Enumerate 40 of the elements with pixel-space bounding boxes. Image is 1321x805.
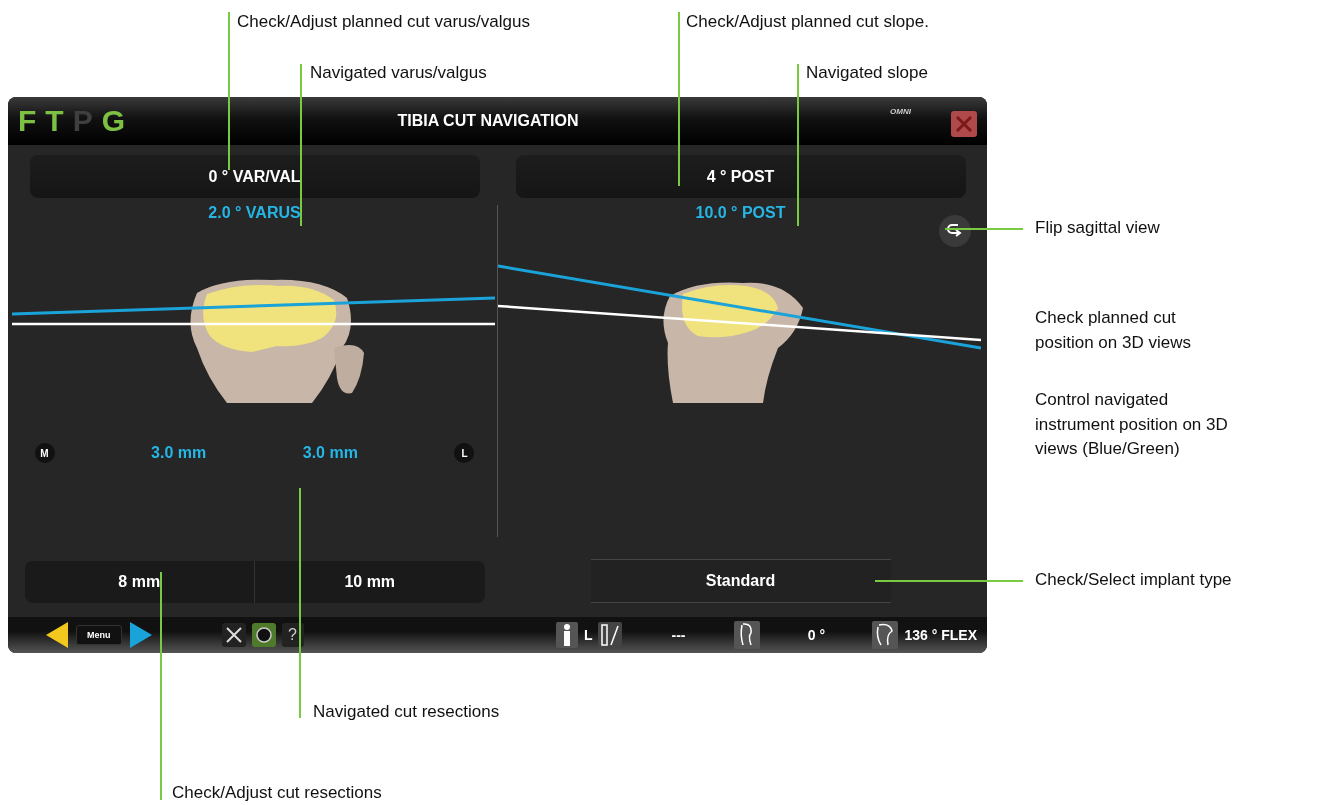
curved-arrow-icon — [946, 222, 964, 240]
instrument-icon — [598, 622, 623, 648]
callout-text: Check/Select implant type — [1035, 569, 1232, 591]
medial-marker: M — [34, 443, 55, 463]
callout-text: Check/Adjust planned cut varus/valgus — [237, 11, 530, 33]
camera-icon[interactable] — [251, 623, 276, 647]
screen-title: TIBIA CUT NAVIGATION — [396, 112, 580, 130]
menu-button[interactable]: Menu — [76, 625, 122, 645]
callout-text: Navigated cut resections — [313, 701, 500, 723]
lateral-marker: L — [454, 443, 475, 463]
knee-icon — [734, 621, 761, 649]
flexion-reading: 136 ° FLEX — [904, 627, 977, 643]
logo-letter: F — [18, 104, 37, 138]
callout-text: Navigated varus/valgus — [310, 62, 487, 84]
callout-text: Flip sagittal view — [1035, 217, 1160, 239]
logo-letter: T — [45, 104, 64, 138]
close-icon — [954, 114, 974, 134]
navigated-varus-valgus: 2.0 ° VARUS — [208, 203, 301, 223]
forward-arrow-icon[interactable] — [127, 620, 154, 650]
callout-text: Navigated slope — [806, 62, 928, 84]
back-arrow-icon[interactable] — [44, 620, 70, 650]
flip-view-button[interactable] — [939, 215, 971, 247]
implant-type-field[interactable]: Standard — [590, 560, 891, 602]
planned-slope-field[interactable]: 4 ° POST — [515, 155, 966, 198]
varus-valgus-reading: 0 ° — [806, 627, 827, 643]
medial-resection: 3.0 mm — [151, 445, 207, 461]
instrument-reading: --- — [670, 627, 687, 643]
callout-text: Check/Adjust cut resections — [172, 782, 382, 804]
planned-varus-valgus-field[interactable]: 0 ° VAR/VAL — [29, 155, 480, 198]
brand-logo: OMNI — [890, 106, 911, 116]
operated-side: L — [583, 627, 593, 643]
callout-text: Control navigated instrument position on 3D views (Blue/Green) — [1035, 389, 1229, 461]
logo-letter: G — [101, 104, 125, 138]
callout-text: Check planned cut position on 3D views — [1035, 307, 1192, 354]
knee-icon — [872, 621, 899, 649]
callout-text: Check/Adjust planned cut slope. — [686, 11, 929, 33]
lateral-resection: 3.0 mm — [302, 445, 358, 461]
help-button[interactable]: ? — [281, 623, 304, 647]
resection-field[interactable]: 8 mm — [24, 561, 254, 603]
navigated-slope: 10.0 ° POST — [695, 203, 786, 223]
